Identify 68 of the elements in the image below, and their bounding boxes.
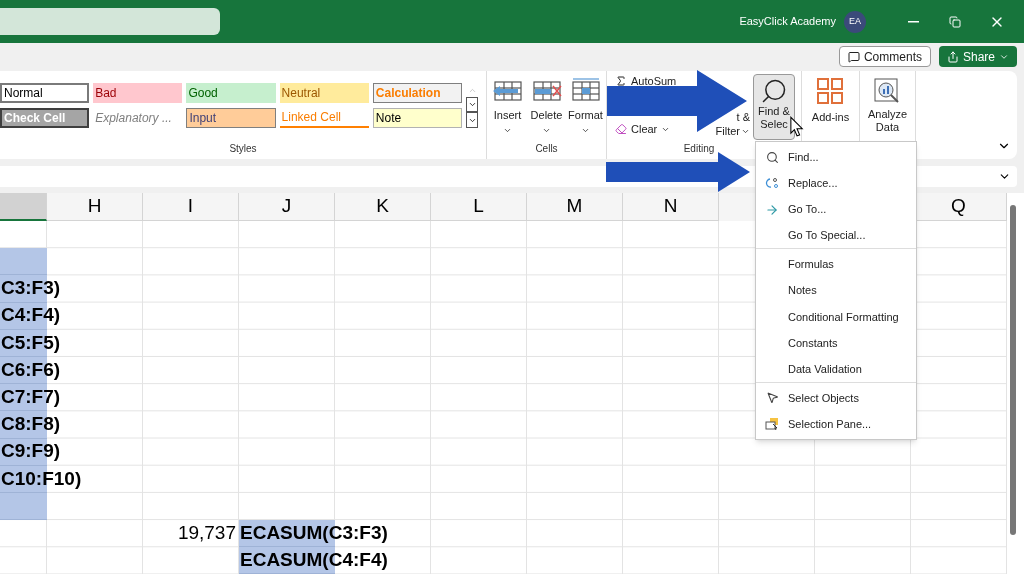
cell-style-swatch[interactable]: Note xyxy=(372,108,462,128)
menu-item[interactable]: Formulas xyxy=(756,251,916,278)
autosum-button[interactable]: AutoSum xyxy=(615,74,677,88)
replace-icon xyxy=(765,176,779,191)
vertical-scrollbar[interactable] xyxy=(1010,205,1016,535)
cell-style-swatch[interactable]: Input xyxy=(186,108,276,128)
column-header[interactable] xyxy=(0,193,47,221)
mouse-cursor xyxy=(790,116,804,138)
cell-text: ECASUM(C4:F4) xyxy=(240,548,388,573)
menu-item[interactable]: Constants xyxy=(756,330,916,357)
clear-button[interactable]: Clear xyxy=(615,122,671,136)
group-label: Cells xyxy=(535,142,558,156)
menu-item[interactable]: Select Objects xyxy=(756,384,916,411)
insert-button[interactable]: Insert xyxy=(489,77,526,135)
menu-item[interactable]: Notes xyxy=(756,277,916,304)
cell-text: ECASUM(C3:F3) xyxy=(240,520,388,545)
sort-filter-button[interactable]: t & Filter xyxy=(715,110,750,140)
cell-text: C6:F6) xyxy=(1,357,61,382)
comments-button[interactable]: Comments xyxy=(838,46,931,67)
search-icon xyxy=(765,150,779,164)
cell-text: C8:F8) xyxy=(1,412,61,437)
comment-icon xyxy=(847,50,860,63)
group-label: Editing xyxy=(683,142,715,156)
menu-item[interactable]: Data Validation xyxy=(756,356,916,383)
cell-text: C3:F3) xyxy=(1,276,61,301)
add-ins-button[interactable]: Add-ins xyxy=(811,77,850,126)
gallery-more-button[interactable] xyxy=(466,112,478,128)
selection-pane-icon xyxy=(765,417,779,432)
cell-text: C10:F10) xyxy=(1,466,82,491)
cell-text: C5:F5) xyxy=(1,330,61,355)
format-cells-icon xyxy=(569,77,602,103)
cell-style-swatch[interactable]: Good xyxy=(186,83,276,103)
gallery-down-button[interactable] xyxy=(466,97,478,112)
share-icon xyxy=(946,50,959,63)
cell-text: C4:F4) xyxy=(1,303,61,328)
column-header[interactable]: K xyxy=(335,193,431,221)
search-field[interactable] xyxy=(0,8,220,35)
grid-icon xyxy=(816,77,845,105)
column-header[interactable]: J xyxy=(239,193,335,221)
column-header[interactable]: H xyxy=(47,193,143,221)
column-header[interactable]: I xyxy=(143,193,239,221)
cell-text: C7:F7) xyxy=(1,384,61,409)
minimize-icon xyxy=(907,20,919,23)
share-button[interactable]: Share xyxy=(938,46,1017,67)
cell-text: C9:F9) xyxy=(1,439,61,464)
avatar[interactable]: EA xyxy=(844,10,866,33)
search-icon xyxy=(760,77,788,105)
find-select-button[interactable]: Find & Selec xyxy=(753,74,795,140)
format-button[interactable]: Format xyxy=(567,77,604,135)
cell-style-swatch[interactable]: Normal xyxy=(0,83,90,103)
column-header[interactable]: L xyxy=(431,193,527,221)
cell-style-swatch[interactable]: Bad xyxy=(93,83,183,103)
column-header[interactable]: M xyxy=(527,193,623,221)
column-header[interactable]: N xyxy=(623,193,719,221)
pointer-icon xyxy=(765,391,779,405)
account-name: EasyClick Academy xyxy=(739,14,836,30)
cell-style-swatch[interactable]: Neutral xyxy=(279,83,369,103)
group-label: Styles xyxy=(229,142,257,156)
eraser-icon xyxy=(615,123,627,135)
menu-item[interactable]: Conditional Formatting xyxy=(756,303,916,331)
delete-button[interactable]: Delete xyxy=(528,77,565,135)
menu-item[interactable]: Selection Pane... xyxy=(756,410,916,438)
restore-icon xyxy=(949,15,961,28)
sigma-icon xyxy=(615,75,627,87)
menu-item[interactable]: Find... xyxy=(756,144,916,171)
menu-item[interactable]: Go To Special... xyxy=(756,222,916,250)
cell-text: 19,737 xyxy=(177,521,236,546)
analyze-data-button[interactable]: Analyze Data xyxy=(867,77,908,134)
